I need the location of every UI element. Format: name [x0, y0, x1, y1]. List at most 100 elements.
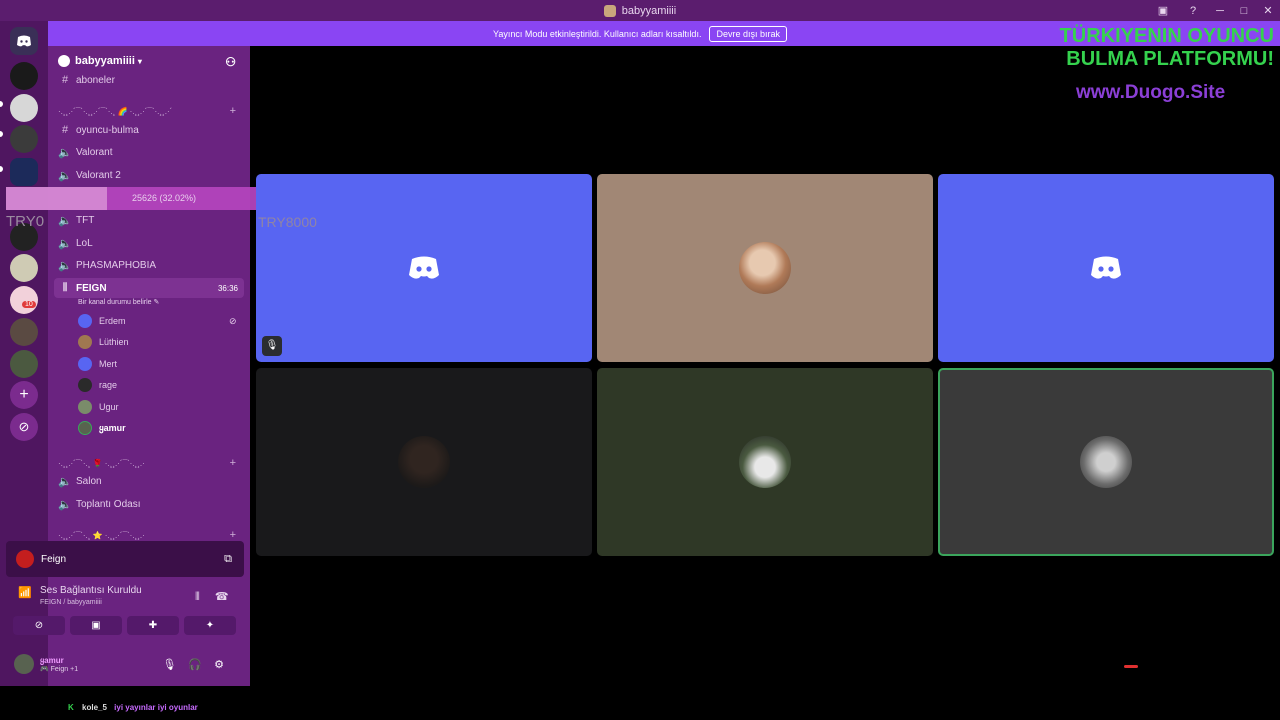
discord-icon [17, 35, 31, 47]
activities-icon: ✚ [148, 620, 158, 631]
activities-button[interactable]: ✚ [127, 616, 179, 635]
channel-salon[interactable]: 🔈 Salon [58, 471, 243, 491]
add-channel-icon[interactable]: + [230, 105, 236, 117]
category-label: ·.¸¸.·´¯`·.¸ 🌹 ·.¸¸.·´¯`·.¸¸.· [58, 458, 145, 468]
add-server-icon[interactable]: + [10, 381, 38, 409]
user-name: ყamur [40, 655, 64, 665]
server-icon-6[interactable] [10, 254, 38, 282]
speaker-icon: 🔈 [58, 146, 72, 159]
discord-logo-icon [409, 256, 439, 279]
channel-toplanti-odasi[interactable]: 🔈 Toplantı Odası [58, 494, 243, 514]
server-icon-8[interactable] [10, 318, 38, 346]
avatar [78, 314, 92, 328]
video-tile-5[interactable] [597, 368, 933, 556]
soundboard-icon: ✦ [205, 620, 215, 631]
guild-icon [58, 55, 70, 67]
noise-suppression-icon[interactable]: ⦀ [195, 591, 200, 603]
overlay-indicator [1124, 665, 1138, 668]
guild-name: babyyamiiii [75, 55, 135, 67]
member-ugur[interactable]: Ugur [78, 398, 119, 416]
voice-connection-channel[interactable]: FEIGN / babyyamiiii [40, 599, 102, 606]
server-icon-3[interactable] [10, 125, 38, 153]
video-tile-6-speaking[interactable] [938, 368, 1274, 556]
channel-lol[interactable]: 🔈 LoL [58, 233, 243, 253]
voice-controls: ⦀ ☎ [195, 590, 229, 604]
home-button[interactable] [10, 27, 38, 55]
ticker-message: iyi yayınlar iyi oyunlar [114, 703, 198, 712]
deafened-icon: ⊘ [229, 315, 237, 326]
screen-share-button[interactable]: ▣ [70, 616, 122, 635]
channel-aboneler[interactable]: # aboneler [58, 70, 243, 90]
category-1[interactable]: ·.¸¸.·´¯`·.¸¸.·´¯`·.¸ 🌈 ·.¸¸.·´¯`·.¸¸.·´… [58, 104, 238, 118]
add-channel-icon[interactable]: + [230, 457, 236, 469]
disconnect-icon[interactable]: ☎ [215, 591, 229, 603]
user-panel: ყamur 🎮 Feign +1 🎙🎧⚙ [6, 648, 244, 680]
member-name: ყamur [99, 422, 126, 433]
popout-icon[interactable]: ⧉ [224, 553, 232, 566]
soundboard-button[interactable]: ✦ [184, 616, 236, 635]
microphone-icon[interactable]: 🎙 [162, 659, 188, 671]
channel-valorant[interactable]: 🔈 Valorant [58, 142, 243, 162]
avatar [16, 550, 34, 568]
overlay-tile-tag: TRY8000 [258, 214, 317, 230]
category-3[interactable]: ·.¸¸.·´¯`·.¸ ⭐ ·.¸¸.·´¯`·.¸¸.· + [58, 528, 238, 542]
server-icon-2[interactable] [10, 94, 38, 122]
avatar [78, 357, 92, 371]
overlay-ad-site: www.Duogo.Site [1076, 82, 1226, 103]
mention-badge: 10 [22, 301, 36, 308]
category-label: ·.¸¸.·´¯`·.¸¸.·´¯`·.¸ 🌈 ·.¸¸.·´¯`·.¸¸.·´ [58, 106, 173, 116]
chevron-down-icon: ▾ [137, 56, 142, 66]
video-tile-1[interactable]: 🎙 [256, 174, 592, 362]
disable-streamer-mode-button[interactable]: Devre dışı bırak [709, 25, 787, 42]
camera-toggle-button[interactable]: ⊘ [13, 616, 65, 635]
member-yamur[interactable]: ყamur [78, 419, 126, 437]
minimize-button[interactable]: ─ [1208, 5, 1232, 17]
avatar [1080, 436, 1132, 488]
channel-status-prompt[interactable]: Bir kanal durumu belirle ✎ [78, 298, 159, 306]
maximize-button[interactable]: □ [1232, 5, 1256, 17]
member-erdem[interactable]: Erdem ⊘ [78, 312, 237, 330]
channel-timer: 36:36 [217, 283, 238, 293]
inbox-icon[interactable]: ▣ [1148, 4, 1178, 17]
headphones-icon[interactable]: 🎧 [188, 659, 214, 671]
server-icon-9[interactable] [10, 350, 38, 378]
activity-panel[interactable]: Feign ⧉ [6, 541, 244, 577]
settings-icon[interactable]: ⚙ [214, 659, 236, 671]
channel-tft[interactable]: 🔈 TFT [58, 210, 243, 230]
activity-name: Feign [41, 553, 67, 565]
voice-connection-status[interactable]: Ses Bağlantısı Kuruldu [40, 585, 142, 596]
banner-text: Yayıncı Modu etkinleştirildi. Kullanıcı … [493, 28, 702, 39]
member-name: rage [99, 380, 118, 390]
video-tile-2[interactable] [597, 174, 933, 362]
channel-valorant-2[interactable]: 🔈 Valorant 2 [58, 165, 243, 185]
member-luthien[interactable]: Lüthien [78, 333, 129, 351]
category-label: ·.¸¸.·´¯`·.¸ ⭐ ·.¸¸.·´¯`·.¸¸.· [58, 530, 145, 540]
video-tile-4[interactable] [256, 368, 592, 556]
server-icon-1[interactable] [10, 62, 38, 90]
overlay-ad-title: TÜRKIYENIN OYUNCU BULMA PLATFORMU! [1014, 25, 1274, 71]
channel-oyuncu-bulma[interactable]: # oyuncu-bulma [58, 120, 243, 140]
invite-people-icon[interactable]: ⚇ [225, 55, 236, 69]
speaker-icon: 🔈 [58, 169, 72, 182]
member-name: Lüthien [99, 337, 129, 347]
avatar [78, 378, 92, 392]
server-icon-7[interactable] [10, 286, 38, 314]
explore-icon[interactable]: ⊘ [10, 413, 38, 441]
user-info[interactable]: ყamur 🎮 Feign +1 [40, 656, 78, 673]
category-2[interactable]: ·.¸¸.·´¯`·.¸ 🌹 ·.¸¸.·´¯`·.¸¸.· + [58, 456, 238, 470]
video-tile-3[interactable] [938, 174, 1274, 362]
avatar [78, 335, 92, 349]
member-mert[interactable]: Mert [78, 355, 117, 373]
speaker-icon: 🔈 [58, 498, 72, 511]
close-button[interactable]: ✕ [1256, 4, 1280, 17]
channel-feign[interactable]: ⦀ FEIGN 36:36 [54, 278, 244, 298]
channel-phasmophobia[interactable]: 🔈 PHASMAPHOBIA [58, 255, 243, 275]
discord-window: babyyamiiii ▣ ? ─ □ ✕ Yayıncı Modu etkin… [0, 0, 1280, 720]
member-rage[interactable]: rage [78, 376, 117, 394]
user-avatar[interactable] [14, 654, 34, 674]
server-icon-4[interactable] [10, 158, 38, 186]
chat-ticker: K kole_5 iyi yayınlar iyi oyunlar [68, 703, 198, 712]
help-icon[interactable]: ? [1178, 5, 1208, 17]
member-name: Erdem [99, 316, 126, 326]
add-channel-icon[interactable]: + [230, 529, 236, 541]
